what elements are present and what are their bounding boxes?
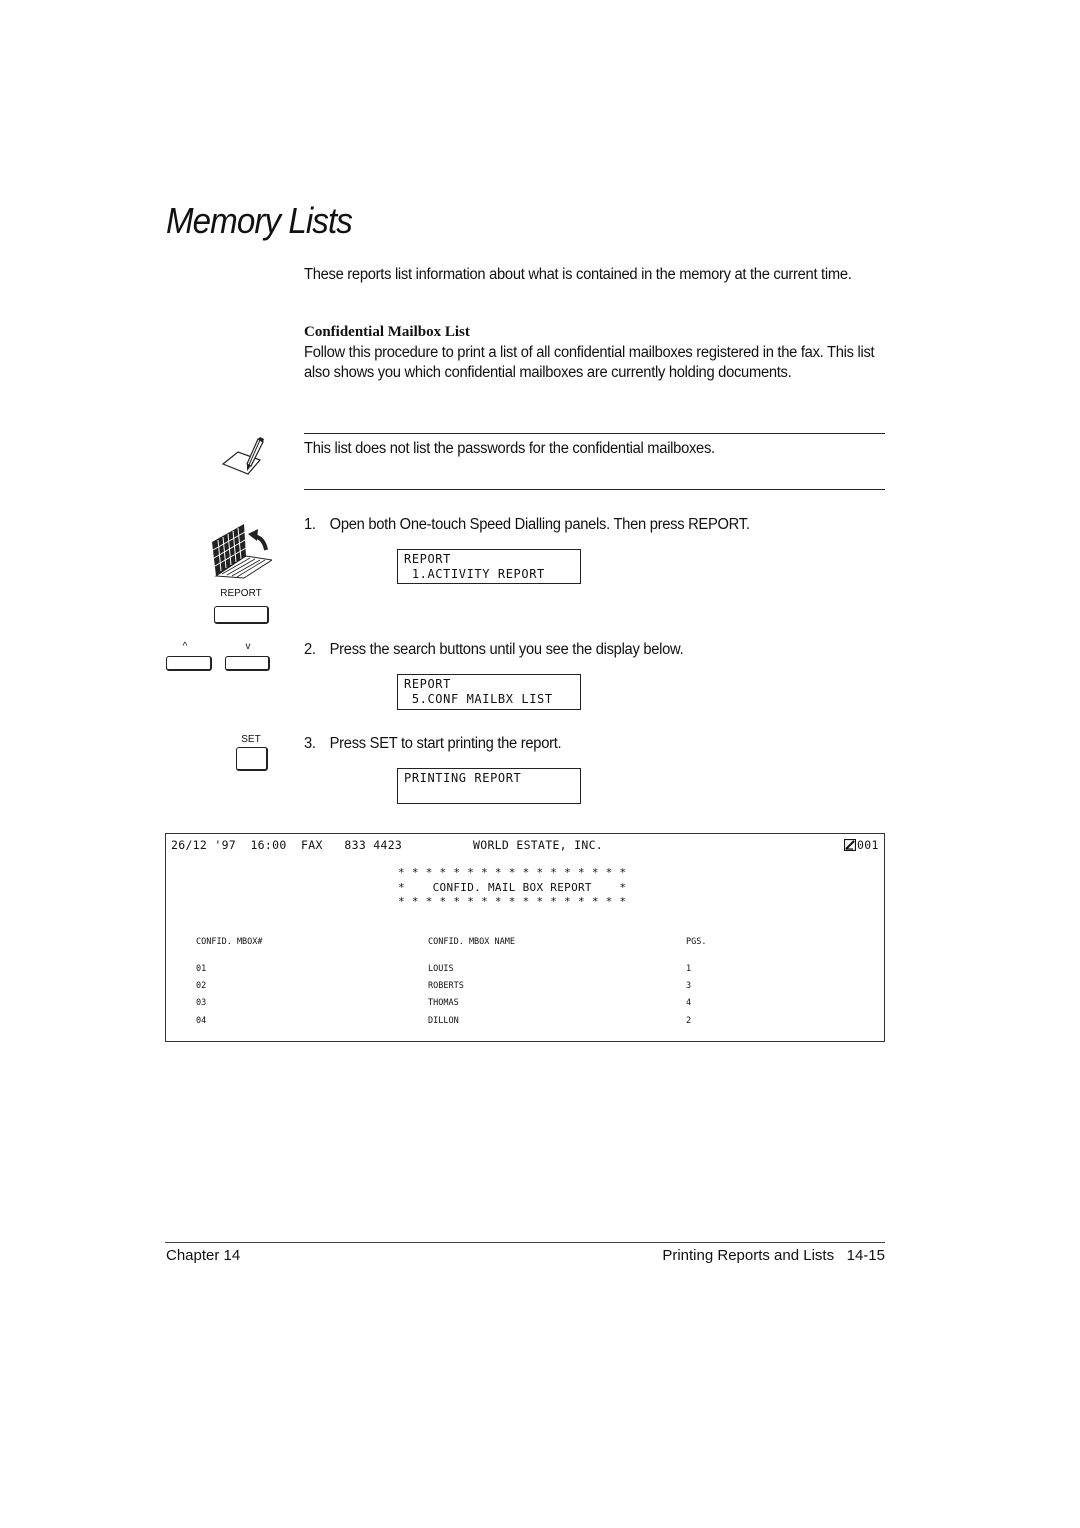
mbox-name: ROBERTS — [428, 981, 464, 991]
footer-rule — [165, 1242, 885, 1243]
set-key[interactable] — [236, 747, 268, 771]
step-text: Press SET to start printing the report. — [329, 735, 562, 752]
note-bottom-rule — [304, 489, 885, 490]
search-down-key[interactable] — [225, 656, 270, 671]
search-up-key-label: ^ — [182, 641, 188, 652]
report-page-number: 001 — [857, 838, 879, 852]
report-key-label: REPORT — [220, 588, 262, 599]
mbox-number: 01 — [196, 964, 207, 974]
sample-report: 26/12 '97 16:00 FAX 833 4423 WORLD ESTAT… — [165, 833, 885, 1042]
note-pencil-icon — [221, 437, 264, 475]
step-number: 2. — [304, 641, 316, 658]
mbox-number: 04 — [196, 1016, 207, 1026]
footer-chapter: Chapter 14 — [166, 1247, 241, 1264]
mbox-pages: 2 — [686, 1016, 692, 1026]
step-text: Press the search buttons until you see t… — [329, 641, 684, 658]
page-title: Memory Lists — [166, 200, 353, 241]
step-2: 2. Press the search buttons until you see… — [304, 640, 684, 660]
lcd-display-2: REPORT 5.CONF MAILBX LIST — [397, 674, 581, 710]
search-down-key-label: v — [245, 641, 251, 652]
mbox-name: LOUIS — [428, 964, 454, 974]
report-stars-top: * * * * * * * * * * * * * * * * * — [398, 866, 627, 879]
column-header-mbox: CONFID. MBOX# — [196, 937, 263, 947]
search-up-key[interactable] — [166, 656, 212, 671]
lcd-display-3: PRINTING REPORT — [397, 768, 581, 804]
mbox-number: 02 — [196, 981, 207, 991]
mbox-name: THOMAS — [428, 998, 459, 1008]
report-header-left: 26/12 '97 16:00 FAX 833 4423 — [171, 838, 403, 852]
mbox-number: 03 — [196, 998, 207, 1008]
report-header-company: WORLD ESTATE, INC. — [473, 838, 604, 852]
mbox-pages: 4 — [686, 998, 692, 1008]
report-key[interactable] — [214, 606, 269, 624]
lcd-display-1: REPORT 1.ACTIVITY REPORT — [397, 549, 581, 584]
report-title: * CONFID. MAIL BOX REPORT * — [398, 881, 627, 894]
page-mark-icon — [844, 839, 856, 851]
step-3: 3. Press SET to start printing the report… — [304, 734, 562, 754]
intro-paragraph: These reports list information about wha… — [304, 266, 852, 283]
footer-section: Printing Reports and Lists 14-15 — [662, 1247, 885, 1264]
set-key-label: SET — [241, 734, 261, 745]
section-heading: Confidential Mailbox List — [304, 324, 470, 340]
column-header-name: CONFID. MBOX NAME — [428, 937, 515, 947]
lcd-line: REPORT — [404, 677, 451, 691]
lcd-line: 1.ACTIVITY REPORT — [404, 567, 545, 581]
section-body: Follow this procedure to print a list of… — [304, 344, 875, 381]
lcd-line: 5.CONF MAILBX LIST — [404, 692, 553, 706]
step-number: 1. — [304, 516, 316, 533]
mbox-name: DILLON — [428, 1016, 459, 1026]
one-touch-panel-icon — [212, 524, 272, 579]
mbox-pages: 3 — [686, 981, 692, 991]
step-1: 1. Open both One-touch Speed Dialling pan… — [304, 515, 750, 535]
report-stars-bottom: * * * * * * * * * * * * * * * * * — [398, 895, 627, 908]
footer-section-title: Printing Reports and Lists — [662, 1247, 835, 1264]
footer-page-number: 14-15 — [846, 1247, 885, 1264]
note-text: This list does not list the passwords fo… — [304, 440, 715, 457]
note-top-rule — [304, 433, 885, 434]
lcd-line: PRINTING REPORT — [404, 771, 522, 785]
mbox-pages: 1 — [686, 964, 692, 974]
column-header-pgs: PGS. — [686, 937, 707, 947]
step-text: Open both One-touch Speed Dialling panel… — [329, 516, 750, 533]
lcd-line: REPORT — [404, 552, 451, 566]
step-number: 3. — [304, 735, 316, 752]
